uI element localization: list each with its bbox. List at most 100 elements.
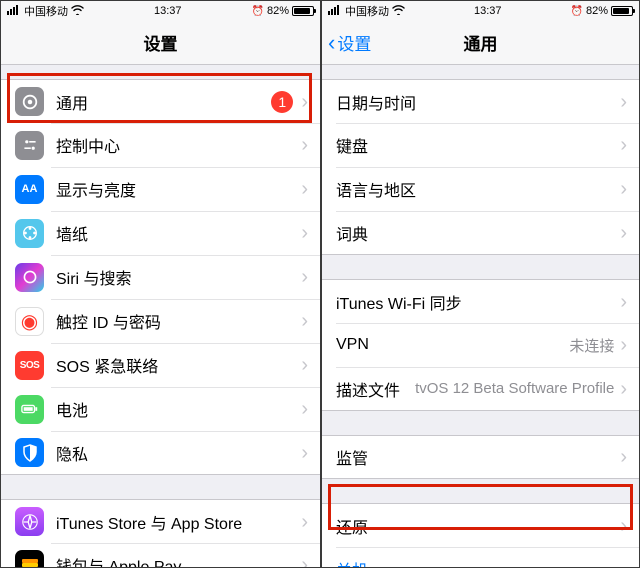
row-label: iTunes Wi-Fi 同步: [336, 290, 620, 314]
chevron-right-icon: ›: [620, 292, 627, 312]
chevron-right-icon: ›: [301, 223, 308, 243]
general-row[interactable]: 关机: [322, 547, 639, 567]
page-title: 通用: [464, 30, 498, 55]
status-bar: 中国移动 13:37 ⏰ 82%: [1, 1, 320, 21]
battery-icon: [611, 6, 633, 16]
general-row[interactable]: 描述文件tvOS 12 Beta Software Profile ›: [322, 367, 639, 411]
battery-icon: [292, 6, 314, 16]
settings-row-sos[interactable]: SOS SOS 紧急联络›: [1, 343, 320, 387]
chevron-right-icon: ›: [620, 516, 627, 536]
phone-settings: 中国移动 13:37 ⏰ 82% 设置 通用1›控制中心›AA显示与亮度›墙纸›…: [1, 1, 320, 567]
clock-label: 13:37: [154, 5, 182, 17]
itunes-icon: [15, 507, 44, 536]
back-label: 设置: [337, 30, 371, 55]
settings-row-battery[interactable]: 电池›: [1, 387, 320, 431]
chevron-right-icon: ›: [301, 135, 308, 155]
chevron-right-icon: ›: [301, 512, 308, 532]
settings-row-privacy[interactable]: 隐私›: [1, 431, 320, 475]
row-label: 显示与亮度: [56, 177, 301, 201]
privacy-icon: [15, 438, 44, 467]
settings-row-wallet[interactable]: 钱包与 Apple Pay›: [1, 543, 320, 567]
general-row[interactable]: iTunes Wi-Fi 同步›: [322, 279, 639, 323]
chevron-right-icon: ›: [301, 267, 308, 287]
chevron-right-icon: ›: [301, 311, 308, 331]
chevron-left-icon: ‹: [328, 32, 335, 54]
row-label: 关机: [336, 557, 627, 568]
navbar: ‹ 设置 通用: [322, 21, 639, 65]
general-row[interactable]: 还原›: [322, 503, 639, 547]
settings-row-siri[interactable]: Siri 与搜索›: [1, 255, 320, 299]
clock-label: 13:37: [474, 5, 502, 17]
back-button[interactable]: ‹ 设置: [328, 21, 371, 64]
chevron-right-icon: ›: [301, 179, 308, 199]
siri-icon: [15, 263, 44, 292]
notification-badge: 1: [271, 91, 293, 113]
row-label: 墙纸: [56, 221, 301, 245]
settings-row-touchid[interactable]: ◉ 触控 ID 与密码›: [1, 299, 320, 343]
row-label: 描述文件: [336, 377, 415, 401]
row-label: 监管: [336, 445, 620, 469]
carrier-label: 中国移动: [24, 3, 68, 19]
phone-general: 中国移动 13:37 ⏰ 82% ‹ 设置 通用 日期与时间›键盘›语言与地区›…: [320, 1, 639, 567]
row-label: VPN: [336, 336, 569, 354]
page-title: 设置: [144, 30, 178, 55]
battery-percent: 82%: [267, 5, 289, 17]
battery-icon: [15, 395, 44, 424]
chevron-right-icon: ›: [301, 92, 308, 112]
row-label: Siri 与搜索: [56, 265, 301, 289]
row-detail: tvOS 12 Beta Software Profile: [415, 380, 614, 397]
settings-row-wallpaper[interactable]: 墙纸›: [1, 211, 320, 255]
settings-row-itunes[interactable]: iTunes Store 与 App Store›: [1, 499, 320, 543]
chevron-right-icon: ›: [620, 335, 627, 355]
battery-percent: 82%: [586, 5, 608, 17]
general-row[interactable]: 日期与时间›: [322, 79, 639, 123]
row-label: 电池: [56, 397, 301, 421]
wallet-icon: [15, 550, 44, 567]
wallpaper-icon: [15, 219, 44, 248]
signal-icon: [328, 5, 342, 18]
chevron-right-icon: ›: [301, 399, 308, 419]
row-label: 控制中心: [56, 133, 301, 157]
chevron-right-icon: ›: [301, 443, 308, 463]
settings-row-display[interactable]: AA 显示与亮度›: [1, 167, 320, 211]
row-label: SOS 紧急联络: [56, 353, 301, 377]
general-list[interactable]: 日期与时间›键盘›语言与地区›词典› iTunes Wi-Fi 同步›VPN未连…: [322, 65, 639, 567]
row-label: 触控 ID 与密码: [56, 309, 301, 333]
row-label: 钱包与 Apple Pay: [56, 553, 301, 568]
row-label: 词典: [336, 221, 620, 245]
display-icon: AA: [15, 175, 44, 204]
settings-row-control[interactable]: 控制中心›: [1, 123, 320, 167]
wifi-icon: [71, 5, 84, 18]
general-row[interactable]: 词典›: [322, 211, 639, 255]
row-label: 语言与地区: [336, 177, 620, 201]
chevron-right-icon: ›: [620, 379, 627, 399]
control-icon: [15, 131, 44, 160]
chevron-right-icon: ›: [620, 447, 627, 467]
sos-icon: SOS: [15, 351, 44, 380]
alarm-icon: ⏰: [571, 6, 583, 17]
settings-row-general[interactable]: 通用1 ›: [1, 79, 320, 123]
signal-icon: [7, 5, 21, 18]
general-row[interactable]: 语言与地区›: [322, 167, 639, 211]
row-label: 还原: [336, 514, 620, 538]
chevron-right-icon: ›: [620, 135, 627, 155]
general-icon: [15, 87, 44, 116]
settings-list[interactable]: 通用1›控制中心›AA显示与亮度›墙纸›Siri 与搜索›◉触控 ID 与密码›…: [1, 65, 320, 567]
row-detail: 未连接: [569, 335, 614, 356]
alarm-icon: ⏰: [252, 6, 264, 17]
wifi-icon: [392, 5, 405, 18]
row-label: 通用: [56, 90, 271, 114]
general-row[interactable]: VPN未连接 ›: [322, 323, 639, 367]
general-row[interactable]: 键盘›: [322, 123, 639, 167]
status-bar: 中国移动 13:37 ⏰ 82%: [322, 1, 639, 21]
row-label: 隐私: [56, 441, 301, 465]
row-label: 键盘: [336, 133, 620, 157]
chevron-right-icon: ›: [301, 355, 308, 375]
touchid-icon: ◉: [15, 307, 44, 336]
navbar: 设置: [1, 21, 320, 65]
carrier-label: 中国移动: [345, 3, 389, 19]
chevron-right-icon: ›: [620, 179, 627, 199]
general-row[interactable]: 监管›: [322, 435, 639, 479]
chevron-right-icon: ›: [620, 92, 627, 112]
chevron-right-icon: ›: [301, 555, 308, 568]
